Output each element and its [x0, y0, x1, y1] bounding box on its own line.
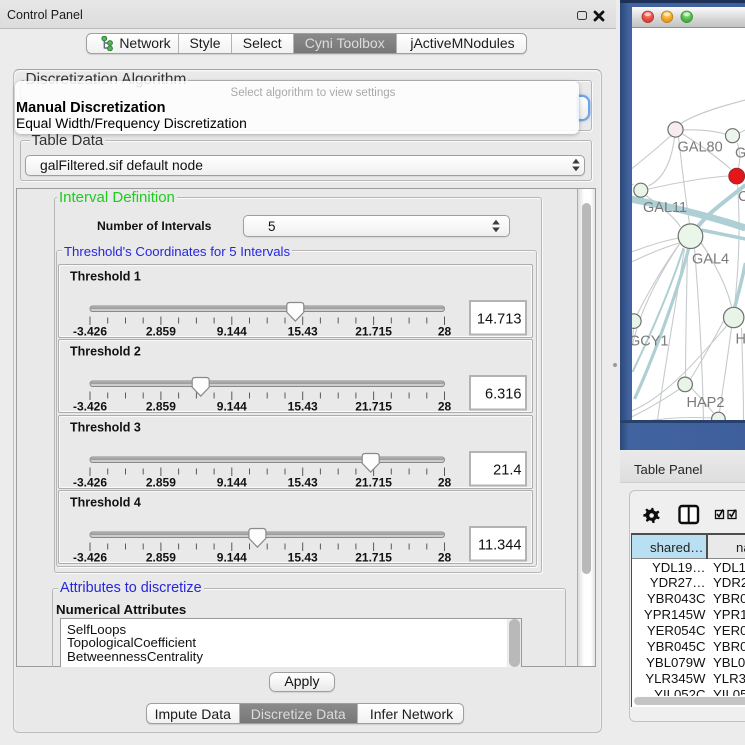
svg-text:15.43: 15.43 [288, 400, 318, 413]
svg-text:9.144: 9.144 [217, 324, 247, 337]
svg-text:HA: HA [735, 332, 745, 348]
svg-text:HAP2: HAP2 [686, 395, 724, 411]
svg-text:21.715: 21.715 [355, 551, 392, 564]
svg-text:9.144: 9.144 [217, 551, 247, 564]
svg-text:C: C [738, 189, 745, 205]
svg-text:6.316: 6.316 [485, 387, 522, 403]
svg-text:GA: GA [735, 146, 745, 162]
svg-text:GAL4: GAL4 [692, 252, 729, 268]
svg-text:28: 28 [438, 324, 452, 337]
svg-text:Threshold 3: Threshold 3 [70, 420, 141, 434]
svg-text:28: 28 [438, 400, 452, 413]
svg-text:GCY1: GCY1 [632, 334, 669, 350]
svg-text:9.144: 9.144 [217, 400, 247, 413]
svg-text:15.43: 15.43 [288, 551, 318, 564]
svg-text:-3.426: -3.426 [73, 324, 107, 337]
svg-text:Threshold 1: Threshold 1 [70, 269, 141, 283]
svg-text:21.715: 21.715 [355, 324, 392, 337]
svg-text:21.715: 21.715 [355, 475, 392, 488]
svg-text:GAL80: GAL80 [677, 140, 722, 156]
svg-text:15.43: 15.43 [288, 324, 318, 337]
svg-text:-3.426: -3.426 [73, 475, 107, 488]
svg-text:2.859: 2.859 [146, 324, 176, 337]
svg-text:21.715: 21.715 [355, 400, 392, 413]
svg-text:28: 28 [438, 475, 452, 488]
svg-text:-3.426: -3.426 [73, 400, 107, 413]
svg-text:2.859: 2.859 [146, 400, 176, 413]
svg-text:21.4: 21.4 [493, 462, 521, 478]
svg-text:2.859: 2.859 [146, 551, 176, 564]
svg-text:15.43: 15.43 [288, 475, 318, 488]
svg-text:Threshold 4: Threshold 4 [70, 496, 141, 510]
svg-text:Threshold 2: Threshold 2 [70, 345, 141, 359]
svg-text:2.859: 2.859 [146, 475, 176, 488]
svg-text:28: 28 [438, 551, 452, 564]
svg-text:GAL11: GAL11 [643, 200, 687, 216]
svg-text:11.344: 11.344 [478, 538, 522, 554]
svg-text:9.144: 9.144 [217, 475, 247, 488]
svg-text:14.713: 14.713 [477, 311, 522, 327]
svg-text:-3.426: -3.426 [73, 551, 107, 564]
